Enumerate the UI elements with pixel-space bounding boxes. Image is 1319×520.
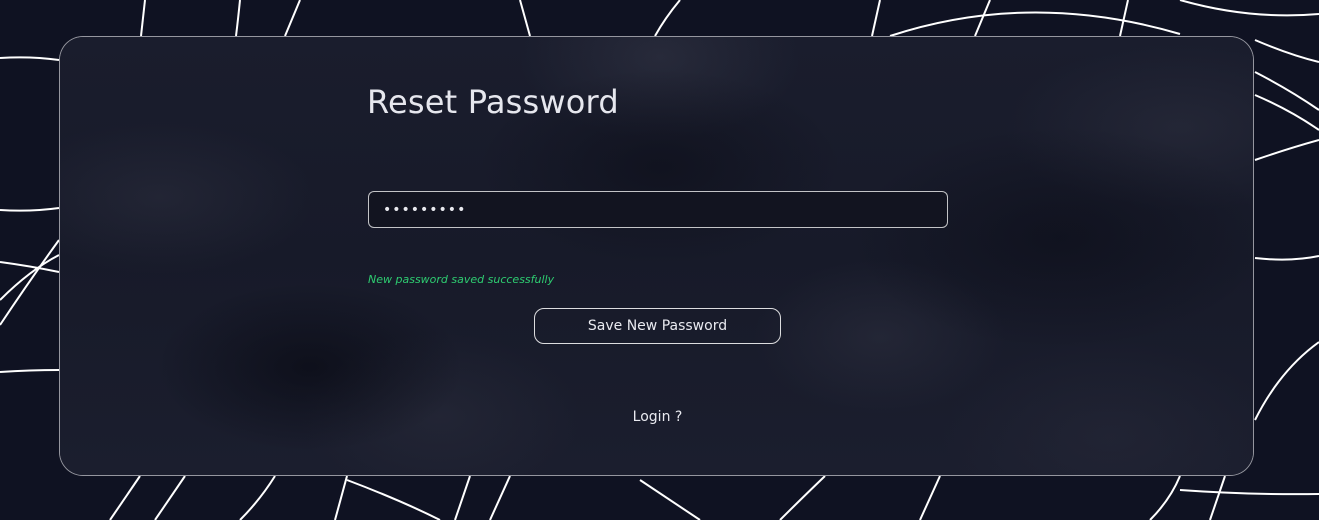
success-message: New password saved successfully bbox=[368, 273, 555, 286]
page-title: Reset Password bbox=[367, 83, 619, 121]
reset-password-card: Reset Password New password saved succes… bbox=[59, 36, 1254, 476]
login-link[interactable]: Login ? bbox=[534, 409, 781, 425]
new-password-field[interactable] bbox=[368, 191, 948, 228]
page-background: Reset Password New password saved succes… bbox=[0, 0, 1319, 520]
save-new-password-button[interactable]: Save New Password bbox=[534, 308, 781, 344]
